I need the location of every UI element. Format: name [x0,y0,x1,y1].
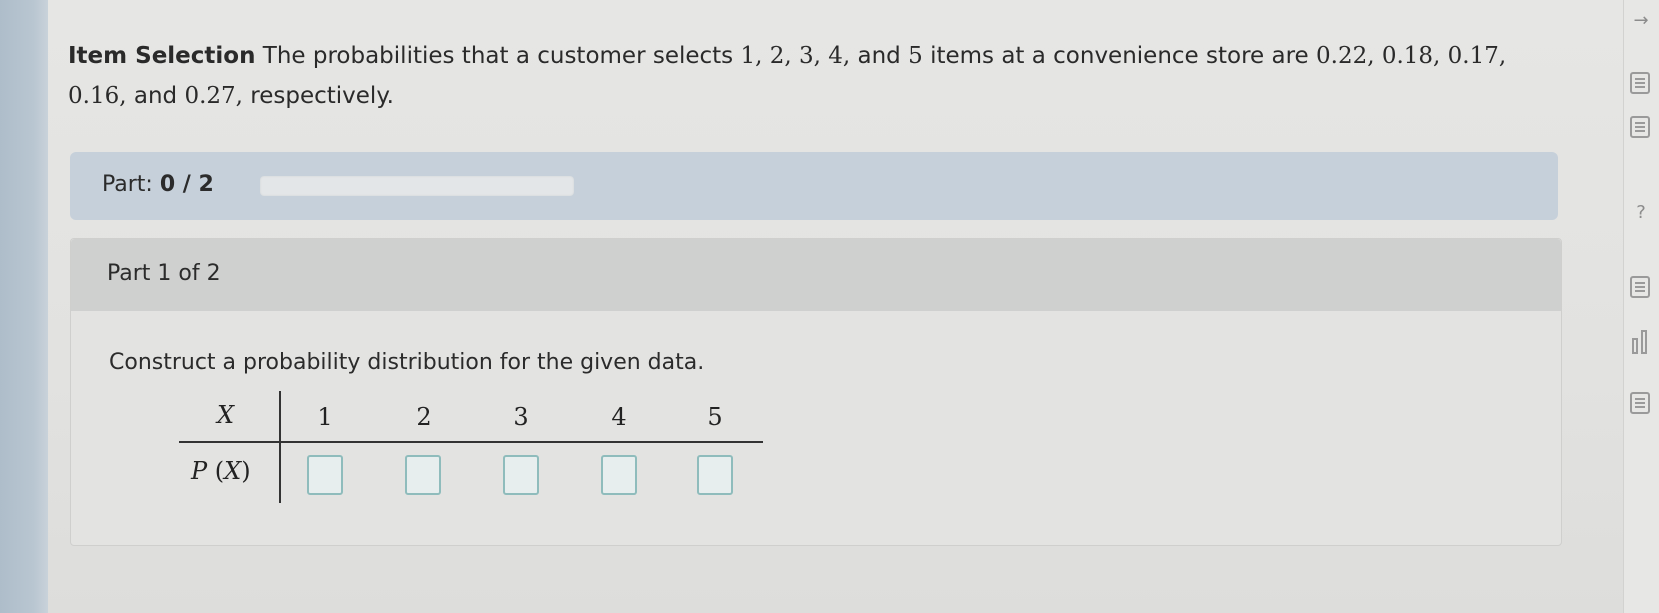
x-value-4: 4 [611,403,627,431]
instruction-text: Construct a probability distribution for… [109,350,705,375]
problem-probabilities: 0.16, [68,83,127,109]
part-progress-value: 0 / 2 [159,172,214,197]
table-divider-horizontal [179,441,763,443]
part-section: Part 1 of 2 Construct a probability dist… [70,238,1562,546]
right-toolbar: → ? [1623,0,1659,613]
main-content: Item Selection The probabilities that a … [48,0,1623,613]
problem-statement: Item Selection The probabilities that a … [68,36,1588,116]
px-header-paren: ) [241,457,251,485]
chevron-icon[interactable]: → [1628,8,1654,34]
problem-probabilities: 0.22, 0.18, 0.17, [1316,43,1507,69]
x-header: X [217,401,235,429]
x-value-1: 1 [317,403,333,431]
px-header-x: X [224,457,242,485]
part-progress-bar: Part: 0 / 2 [70,152,1558,220]
problem-text: The probabilities that a customer select… [262,43,734,69]
problem-last-item: 5 [908,43,923,69]
problem-text: and [857,43,901,69]
problem-text: and [133,83,178,109]
part-progress-label: Part: 0 / 2 [102,172,214,197]
problem-items: 1, 2, 3, 4, [740,43,851,69]
probability-input-2[interactable] [405,455,441,495]
help-icon[interactable]: ? [1628,200,1654,226]
problem-text: items at a convenience store are [930,43,1309,69]
probability-input-3[interactable] [503,455,539,495]
probability-distribution-table: X P (X) 1 2 3 4 5 [179,391,763,503]
part-label-text: Part: [102,172,153,197]
problem-title: Item Selection [68,43,256,69]
table-divider-vertical [279,391,281,503]
section-header: Part 1 of 2 [71,239,1561,311]
section-title: Part 1 of 2 [107,261,221,286]
progress-track [260,176,574,196]
x-value-2: 2 [416,403,432,431]
probability-input-4[interactable] [601,455,637,495]
problem-last-probability: 0.27, [184,83,243,109]
list-icon[interactable] [1630,392,1650,414]
calculator-icon[interactable] [1630,116,1650,138]
probability-input-1[interactable] [307,455,343,495]
px-header-paren: ( [214,457,225,485]
px-header: P (X) [191,457,251,485]
left-margin [0,0,48,613]
bar-chart-icon[interactable] [1632,330,1654,354]
probability-input-5[interactable] [697,455,733,495]
document-icon[interactable] [1630,72,1650,94]
notes-icon[interactable] [1630,276,1650,298]
px-header-p: P [191,457,208,485]
x-value-5: 5 [707,403,723,431]
x-value-3: 3 [513,403,529,431]
problem-text: respectively. [250,83,394,109]
